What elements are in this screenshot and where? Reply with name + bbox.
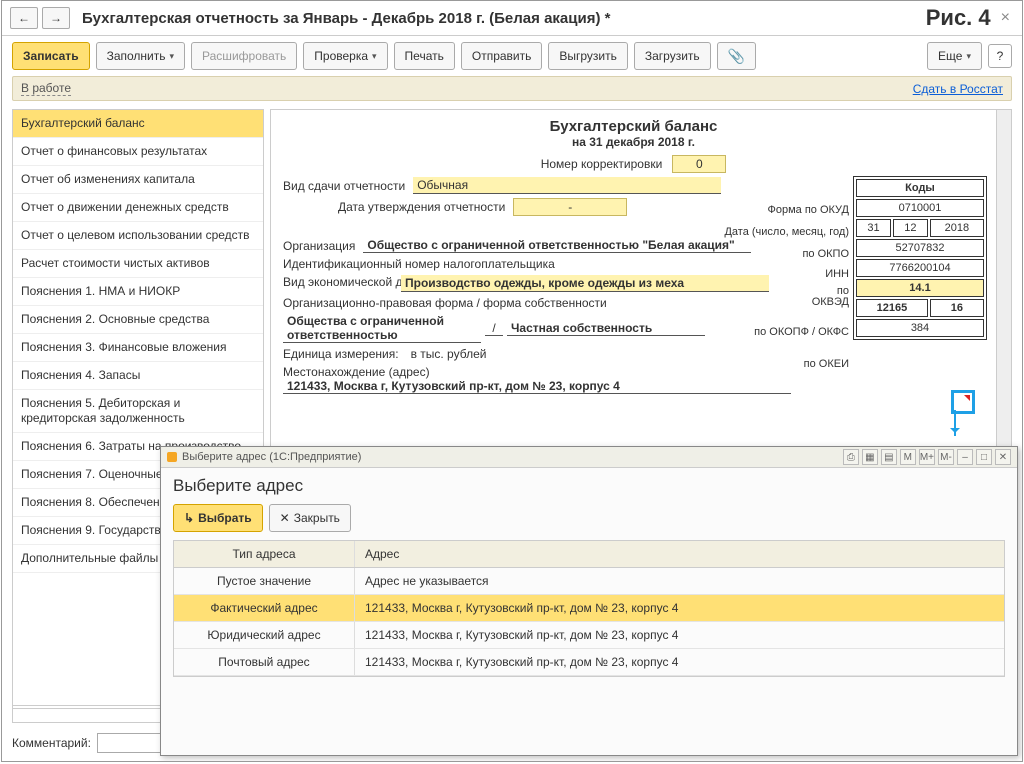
address-field[interactable]: 121433, Москва г, Кутузовский пр-кт, дом…: [283, 379, 791, 394]
dialog-titlebar: Выберите адрес (1С:Предприятие) ⎙ ▦ ▤ M …: [161, 447, 1017, 468]
chevron-down-icon: ▾: [170, 51, 175, 62]
inn-label: Идентификационный номер налогоплательщик…: [283, 257, 555, 271]
report-type-label: Вид сдачи отчетности: [283, 179, 405, 193]
sidebar-item[interactable]: Пояснения 4. Запасы: [13, 362, 263, 390]
mem-m-button[interactable]: M: [900, 449, 916, 465]
organization-label: Организация: [283, 239, 355, 253]
inn-code: 7766200104: [856, 259, 984, 277]
toolbar: Записать Заполнить▾ Расшифровать Проверк…: [2, 36, 1022, 76]
chevron-down-icon: ▾: [966, 51, 971, 62]
status-state[interactable]: В работе: [21, 81, 71, 96]
address-row[interactable]: Фактический адрес121433, Москва г, Кутуз…: [174, 595, 1004, 622]
approval-date-label: Дата утверждения отчетности: [338, 200, 505, 214]
okei-code: 384: [856, 319, 984, 337]
okud-label: Форма по ОКУД: [768, 204, 850, 216]
print-icon[interactable]: ⎙: [843, 449, 859, 465]
okud-code: 0710001: [856, 199, 984, 217]
sidebar-item[interactable]: Пояснения 1. НМА и НИОКР: [13, 278, 263, 306]
unit-value: в тыс. рублей: [411, 347, 487, 361]
sidebar-item[interactable]: Пояснения 2. Основные средства: [13, 306, 263, 334]
address-table: Тип адреса Адрес Пустое значениеАдрес не…: [173, 540, 1005, 677]
okpo-code: 52707832: [856, 239, 984, 257]
help-button[interactable]: ?: [988, 44, 1012, 68]
okopf-label: по ОКОПФ / ОКФС: [754, 326, 849, 338]
submit-link[interactable]: Сдать в Росстат: [913, 82, 1003, 96]
paperclip-icon: 📎: [728, 48, 745, 65]
activity-label: Вид экономической деятельности: [283, 275, 393, 289]
sidebar-item[interactable]: Расчет стоимости чистых активов: [13, 250, 263, 278]
calendar-icon[interactable]: ▦: [862, 449, 878, 465]
doc-title: Бухгалтерский баланс: [283, 118, 984, 135]
nav-back-button[interactable]: ←: [10, 7, 38, 29]
unit-label: Единица измерения:: [283, 347, 399, 361]
okved-code[interactable]: 14.1: [856, 279, 984, 297]
address-row[interactable]: Юридический адрес121433, Москва г, Кутуз…: [174, 622, 1004, 649]
dialog-window-title: Выберите адрес (1С:Предприятие): [182, 451, 361, 463]
correction-field[interactable]: 0: [672, 155, 726, 173]
sidebar-item[interactable]: Отчет об изменениях капитала: [13, 166, 263, 194]
calc-icon[interactable]: ▤: [881, 449, 897, 465]
page-title: Бухгалтерская отчетность за Январь - Дек…: [82, 10, 926, 27]
col-address[interactable]: Адрес: [355, 541, 409, 567]
mem-mplus-button[interactable]: M+: [919, 449, 935, 465]
export-button[interactable]: Выгрузить: [548, 42, 628, 70]
fill-button[interactable]: Заполнить▾: [96, 42, 185, 70]
app-icon: [167, 452, 177, 462]
sidebar-item[interactable]: Отчет о движении денежных средств: [13, 194, 263, 222]
correction-label: Номер корректировки: [541, 157, 663, 171]
close-icon[interactable]: ×: [997, 9, 1014, 27]
inn-right-label: ИНН: [825, 268, 849, 280]
sidebar-item[interactable]: Пояснения 5. Дебиторская и кредиторская …: [13, 390, 263, 433]
decode-button[interactable]: Расшифровать: [191, 42, 297, 70]
okei-label: по ОКЕИ: [804, 358, 849, 370]
codes-table: Коды 0710001 31122018 52707832 776620010…: [853, 176, 987, 340]
print-button[interactable]: Печать: [394, 42, 455, 70]
dialog-maximize-icon[interactable]: □: [976, 449, 992, 465]
col-type[interactable]: Тип адреса: [174, 541, 355, 567]
dialog-minimize-icon[interactable]: –: [957, 449, 973, 465]
okpo-label: по ОКПО: [802, 248, 849, 260]
address-dialog: Выберите адрес (1С:Предприятие) ⎙ ▦ ▤ M …: [160, 446, 1018, 756]
write-button[interactable]: Записать: [12, 42, 90, 70]
select-button[interactable]: ↳Выбрать: [173, 504, 263, 532]
sidebar-item[interactable]: Пояснения 3. Финансовые вложения: [13, 334, 263, 362]
sidebar-item[interactable]: Бухгалтерский баланс: [13, 110, 263, 138]
opf-label: Организационно-правовая форма / форма со…: [283, 296, 607, 310]
dialog-close-icon[interactable]: ✕: [995, 449, 1011, 465]
x-icon: ✕: [280, 511, 290, 525]
send-button[interactable]: Отправить: [461, 42, 543, 70]
address-label: Местонахождение (адрес): [283, 365, 984, 379]
comment-label: Комментарий:: [12, 736, 91, 750]
report-type-field[interactable]: Обычная: [413, 177, 721, 194]
figure-label: Рис. 4: [926, 5, 991, 31]
check-icon: ↳: [184, 511, 194, 525]
sidebar-item[interactable]: Отчет о финансовых результатах: [13, 138, 263, 166]
mem-mminus-button[interactable]: M-: [938, 449, 954, 465]
nav-forward-button[interactable]: →: [42, 7, 70, 29]
address-row[interactable]: Пустое значениеАдрес не указывается: [174, 568, 1004, 595]
more-button[interactable]: Еще▾: [927, 42, 982, 70]
ownership-field: Частная собственность: [507, 321, 705, 336]
doc-date: на 31 декабря 2018 г.: [283, 135, 984, 149]
import-button[interactable]: Загрузить: [634, 42, 711, 70]
attach-button[interactable]: 📎: [717, 42, 756, 70]
status-bar: В работе Сдать в Росстат: [12, 76, 1012, 101]
approval-date-field[interactable]: -: [513, 198, 627, 216]
edit-address-icon[interactable]: [951, 390, 975, 414]
dialog-title: Выберите адрес: [161, 468, 1017, 504]
check-button[interactable]: Проверка▾: [303, 42, 387, 70]
opf-form-field: Общества с ограниченной ответственностью: [283, 314, 481, 343]
sidebar-item[interactable]: Отчет о целевом использовании средств: [13, 222, 263, 250]
address-row[interactable]: Почтовый адрес121433, Москва г, Кутузовс…: [174, 649, 1004, 676]
date-label: Дата (число, месяц, год): [724, 226, 849, 238]
titlebar: ← → Бухгалтерская отчетность за Январь -…: [2, 1, 1022, 36]
chevron-down-icon: ▾: [372, 51, 377, 62]
close-button[interactable]: ✕Закрыть: [269, 504, 351, 532]
organization-field[interactable]: Общество с ограниченной ответственностью…: [363, 238, 751, 253]
activity-field[interactable]: Производство одежды, кроме одежды из мех…: [401, 275, 769, 292]
